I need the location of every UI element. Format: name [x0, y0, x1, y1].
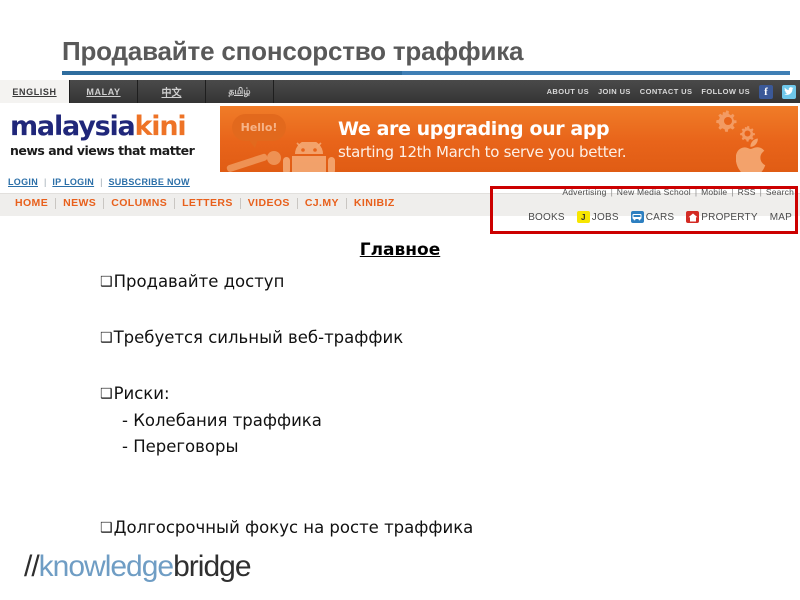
service-map[interactable]: MAP [770, 212, 792, 223]
bullet-spacer [100, 296, 720, 324]
utility-link-follow-us[interactable]: FOLLOW US [701, 87, 750, 96]
sub-bullet-negotiations: - Переговоры [122, 437, 239, 456]
house-glyph [688, 213, 698, 221]
nav-item-columns[interactable]: COLUMNS [104, 197, 174, 209]
services-separator: | [694, 187, 698, 197]
bullet-text: Требуется сильный веб-траффик [113, 328, 404, 347]
nav-item-cjmy[interactable]: CJ.MY [298, 197, 346, 209]
nav-item-home[interactable]: HOME [8, 197, 55, 209]
services-separator: | [731, 187, 734, 197]
services-separator: | [759, 187, 762, 197]
language-tab-chinese[interactable]: 中文 [138, 80, 206, 103]
bullet-spacer [100, 488, 720, 514]
banner-headline: We are upgrading our app [338, 118, 610, 140]
nav-item-kinibiz[interactable]: KINIBIZ [347, 197, 402, 209]
subnav-separator: | [44, 177, 47, 187]
nav-item-news[interactable]: NEWS [56, 197, 103, 209]
service-books-label: BOOKS [528, 211, 565, 223]
apple-logo-icon [736, 138, 766, 172]
malaysiakini-site-screenshot: ENGLISH MALAY 中文 தமிழ் ABOUT US JOIN US … [0, 80, 800, 238]
logo-bridge: bridge [173, 550, 251, 583]
service-link-new-media-school[interactable]: New Media School [617, 187, 691, 197]
twitter-icon[interactable] [782, 84, 796, 99]
nav-item-letters[interactable]: LETTERS [175, 197, 240, 209]
android-robot-icon [283, 142, 335, 172]
sub-bullet-traffic-fluctuation: - Колебания траффика [122, 411, 322, 430]
utility-link-join-us[interactable]: JOIN US [598, 87, 631, 96]
bullet-list: ❑ Продавайте доступ ❑ Требуется сильный … [100, 268, 720, 542]
brand-tagline: news and views that matter [10, 143, 195, 158]
bullet-item-strong-traffic: ❑ Требуется сильный веб-траффик [100, 324, 720, 352]
bullet-text: Продавайте доступ [113, 272, 285, 291]
service-link-mobile[interactable]: Mobile [701, 187, 727, 197]
link-subscribe-now[interactable]: SUBSCRIBE NOW [108, 177, 189, 187]
bullet-text: Долгосрочный фокус на росте траффика [113, 518, 474, 537]
bullet-marker-icon: ❑ [100, 520, 113, 536]
service-link-rss[interactable]: RSS [738, 187, 756, 197]
language-tabs: ENGLISH MALAY 中文 தமிழ் [0, 80, 274, 103]
utility-link-about-us[interactable]: ABOUT US [547, 87, 589, 96]
utility-links: ABOUT US JOIN US CONTACT US FOLLOW US f [547, 80, 796, 103]
bullet-spacer [100, 352, 720, 380]
account-subnav-links: LOGIN | IP LOGIN | SUBSCRIBE NOW [8, 177, 190, 187]
title-underline-rule [62, 71, 790, 75]
main-navigation-links: HOME NEWS COLUMNS LETTERS VIDEOS CJ.MY K… [8, 197, 402, 209]
bullet-item-long-term-focus: ❑ Долгосрочный фокус на росте траффика [100, 514, 720, 542]
bullet-spacer [100, 460, 720, 488]
services-primary-links: BOOKS J JOBS CARS PROPERTY MAP [528, 206, 792, 228]
wrench-icon [226, 151, 281, 172]
hello-speech-bubble: Hello! [232, 114, 286, 148]
bullet-marker-icon: ❑ [100, 274, 113, 290]
service-property-label: PROPERTY [701, 211, 758, 223]
service-cars-label: CARS [645, 211, 675, 223]
nav-item-videos[interactable]: VIDEOS [241, 197, 297, 209]
link-login[interactable]: LOGIN [8, 177, 38, 187]
title-underline-accent [62, 71, 402, 75]
language-tab-malay[interactable]: MALAY [70, 80, 138, 103]
link-ip-login[interactable]: IP LOGIN [52, 177, 94, 187]
service-property[interactable]: PROPERTY [686, 211, 758, 223]
knowledgebridge-logo: //knowledgebridge [24, 550, 252, 584]
page-title: Продавайте спонсорство траффика [62, 36, 524, 66]
logo-knowledge: knowledge [38, 550, 174, 583]
bullet-item-risks: ❑ Риски: [100, 380, 720, 408]
language-utility-bar: ENGLISH MALAY 中文 தமிழ் ABOUT US JOIN US … [0, 80, 800, 103]
logo-slashes: // [24, 550, 40, 583]
utility-link-contact-us[interactable]: CONTACT US [640, 87, 693, 96]
service-jobs-label: JOBS [591, 211, 619, 223]
service-link-search[interactable]: Search [766, 187, 794, 197]
service-link-advertising[interactable]: Advertising [562, 187, 606, 197]
bullet-marker-icon: ❑ [100, 330, 113, 346]
brand-wordmark: malaysiakini [10, 112, 220, 142]
bullet-item-sell-access: ❑ Продавайте доступ [100, 268, 720, 296]
services-secondary-links: Advertising | New Media School | Mobile … [562, 184, 794, 200]
app-upgrade-banner[interactable]: Hello! We are upgrading our app starting… [220, 106, 798, 172]
subnav-separator: | [100, 177, 103, 187]
house-icon [686, 211, 700, 223]
services-separator: | [610, 187, 613, 197]
service-map-label: MAP [769, 211, 792, 223]
car-icon [630, 211, 644, 223]
content-heading: Главное [359, 240, 441, 260]
site-logo[interactable]: malaysiakini news and views that matter [0, 103, 220, 175]
service-books[interactable]: BOOKS [528, 212, 565, 223]
brand-wordmark-malaysia: malaysia [10, 111, 136, 142]
bullet-text: Риски: [113, 384, 170, 403]
site-masthead: malaysiakini news and views that matter … [0, 103, 800, 175]
service-cars[interactable]: CARS [630, 211, 675, 223]
banner-subheadline: starting 12th March to serve you better. [338, 143, 627, 161]
brand-wordmark-kini: kini [134, 111, 187, 142]
facebook-icon[interactable]: f [759, 84, 773, 99]
language-tab-english[interactable]: ENGLISH [0, 80, 70, 103]
service-jobs[interactable]: J JOBS [576, 211, 619, 223]
jobs-icon: J [576, 211, 590, 223]
twitter-bird-glyph [784, 87, 794, 95]
language-tab-tamil[interactable]: தமிழ் [206, 80, 274, 103]
bullet-marker-icon: ❑ [100, 386, 113, 402]
car-glyph [632, 214, 642, 221]
